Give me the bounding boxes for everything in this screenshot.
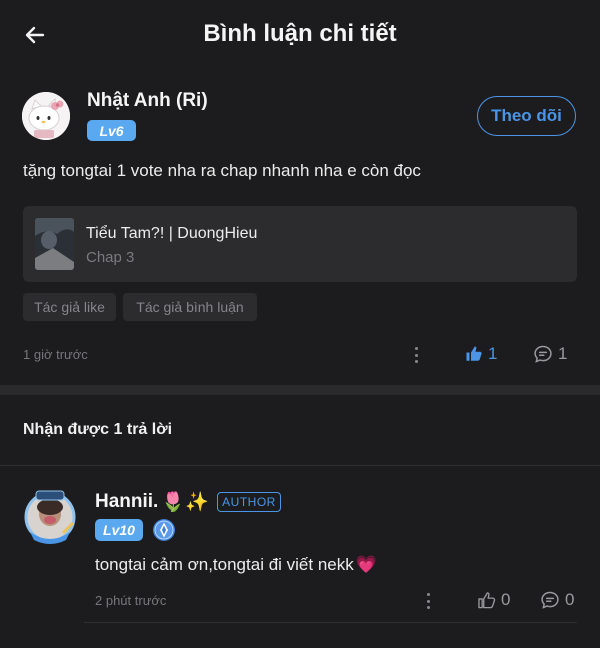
thumbs-up-outline-icon [478,591,496,608]
more-options-icon[interactable] [425,593,431,609]
author-liked-tag: Tác giả like [23,293,116,321]
reply-text-content: tongtai cảm ơn,tongtai đi viết nekk [95,555,354,574]
story-chapter: Chap 3 [86,249,135,266]
like-count: 1 [488,344,498,363]
follow-button[interactable]: Theo dõi [477,96,576,136]
reply-avatar[interactable] [22,488,78,544]
comment-detail-screen: Bình luận chi tiết Nhật Anh (Ri) Lv6 The… [0,0,600,648]
reply-reply-button[interactable]: 0 [540,590,574,610]
page-title: Bình luận chi tiết [203,20,397,47]
tulip-sparkles-emoji: 🌷✨ [161,492,209,513]
comment-timestamp: 1 giờ trước [23,347,88,362]
comment-username[interactable]: Nhật Anh (Ri) [87,90,208,112]
more-options-icon[interactable] [413,347,419,363]
author-badge: AUTHOR [217,492,281,512]
writer-frame-avatar-icon [24,490,76,544]
heart-emoji: 💗 [355,555,377,574]
reply-like-button[interactable]: 0 [477,590,510,610]
reply-like-count: 0 [501,590,511,609]
story-card[interactable]: Tiểu Tam?! | DuongHieu Chap 3 [23,206,577,282]
avatar[interactable] [22,92,70,140]
rank-badge-icon [152,518,176,542]
story-title: Tiểu Tam?! | DuongHieu [86,225,258,242]
like-button[interactable]: 1 [465,344,497,364]
chat-bubble-icon [541,591,559,609]
reply-reply-count: 0 [565,590,575,609]
reply-timestamp: 2 phút trước [95,593,167,608]
divider [0,465,600,466]
chat-bubble-icon [534,345,552,363]
reply-text: tongtai cảm ơn,tongtai đi viết nekk 💗 [95,555,377,575]
author-commented-tag: Tác giả bình luận [123,293,257,321]
reply-count: 1 [558,344,568,363]
reply-username-text: Hannii. [95,491,159,512]
reply-button[interactable]: 1 [533,344,567,364]
divider [84,622,577,623]
level-badge: Lv10 [95,519,143,541]
hello-kitty-avatar-icon [22,92,70,140]
header: Bình luận chi tiết [0,0,600,70]
thumbs-up-filled-icon [466,346,482,361]
comment-text: tặng tongtai 1 vote nha ra chap nhanh nh… [23,161,421,180]
level-badge: Lv6 [87,120,136,141]
reply-username[interactable]: Hannii. 🌷✨ [95,490,209,514]
section-divider [0,385,600,395]
replies-heading: Nhận được 1 trả lời [23,421,173,438]
story-cover-image [35,218,74,270]
